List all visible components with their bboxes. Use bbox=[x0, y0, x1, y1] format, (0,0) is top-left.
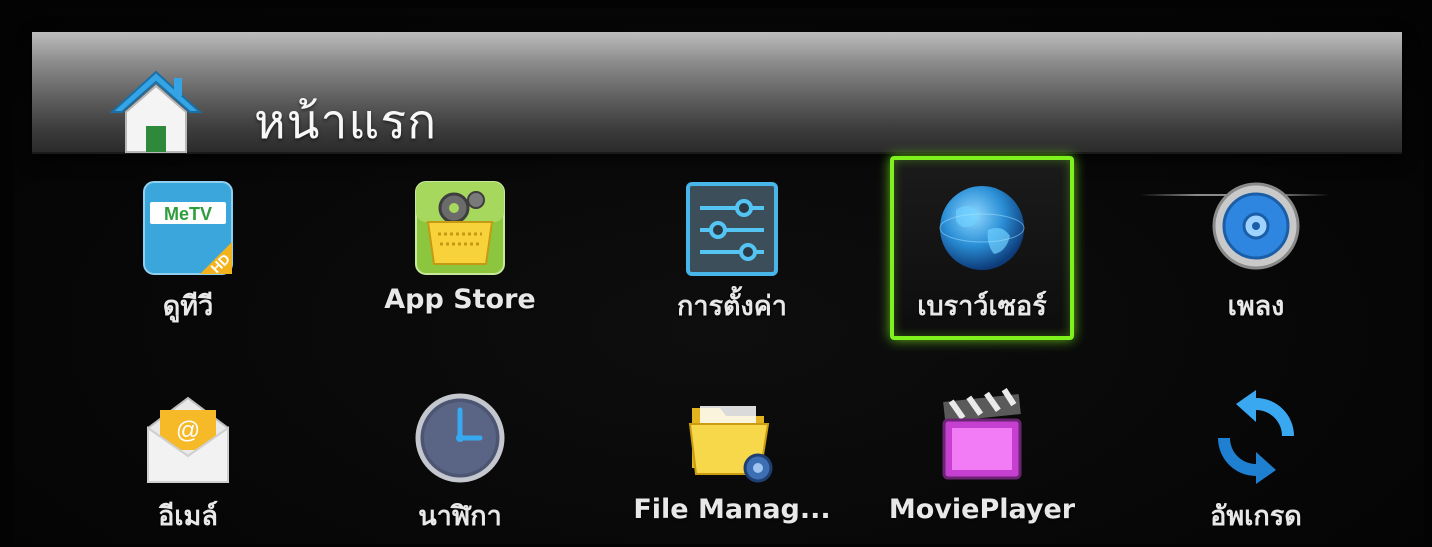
app-label-file-manager: File Manag... bbox=[633, 494, 831, 525]
app-tile-clock[interactable]: นาฬิกา bbox=[368, 380, 552, 544]
page-title: หน้าแรก bbox=[254, 94, 438, 150]
app-label-email: อีเมล์ bbox=[158, 501, 218, 532]
metv-logo-text: MeTV bbox=[164, 204, 212, 224]
metv-hd-icon: MeTV HD bbox=[143, 181, 233, 276]
app-label-browser: เบราว์เซอร์ bbox=[917, 291, 1047, 322]
app-label-upgrade: อัพเกรด bbox=[1210, 501, 1302, 532]
movie-clapper-icon bbox=[942, 388, 1022, 480]
app-tile-app-store[interactable]: App Store bbox=[368, 166, 552, 350]
app-label-tv: ดูทีวี bbox=[162, 291, 214, 322]
app-tile-settings[interactable]: การตั้งค่า bbox=[640, 166, 824, 350]
email-envelope-icon: @ bbox=[147, 396, 229, 483]
clock-icon bbox=[415, 393, 505, 483]
header-bar: หน้าแรก bbox=[32, 32, 1402, 154]
svg-text:@: @ bbox=[176, 417, 200, 444]
app-store-basket-icon bbox=[415, 181, 505, 275]
app-label-settings: การตั้งค่า bbox=[677, 291, 787, 322]
app-tile-movie-player[interactable]: MoviePlayer bbox=[889, 380, 1075, 544]
upgrade-sync-icon bbox=[1218, 390, 1294, 484]
globe-browser-icon bbox=[939, 186, 1025, 270]
app-tile-email[interactable]: @ อีเมล์ bbox=[96, 380, 280, 544]
app-tile-tv[interactable]: MeTV HD ดูทีวี bbox=[96, 166, 280, 350]
app-tile-music[interactable]: เพลง bbox=[1164, 166, 1348, 350]
app-tile-browser[interactable]: เบราว์เซอร์ bbox=[890, 156, 1074, 340]
app-label-clock: นาฬิกา bbox=[418, 501, 502, 532]
app-tile-file-manager[interactable]: File Manag... bbox=[633, 380, 831, 544]
app-tile-upgrade[interactable]: อัพเกรด bbox=[1164, 380, 1348, 544]
app-label-music: เพลง bbox=[1227, 291, 1285, 322]
music-speaker-icon bbox=[1212, 182, 1300, 270]
app-label-movie-player: MoviePlayer bbox=[888, 494, 1076, 525]
settings-sliders-icon bbox=[686, 182, 778, 276]
home-icon[interactable] bbox=[108, 68, 204, 156]
file-manager-folder-icon bbox=[688, 406, 773, 483]
tv-launcher-screen: หน้าแรก MeTV HD ดูทีวี App Store การตั้ง… bbox=[14, 8, 1424, 544]
app-label-app-store: App Store bbox=[384, 284, 536, 315]
